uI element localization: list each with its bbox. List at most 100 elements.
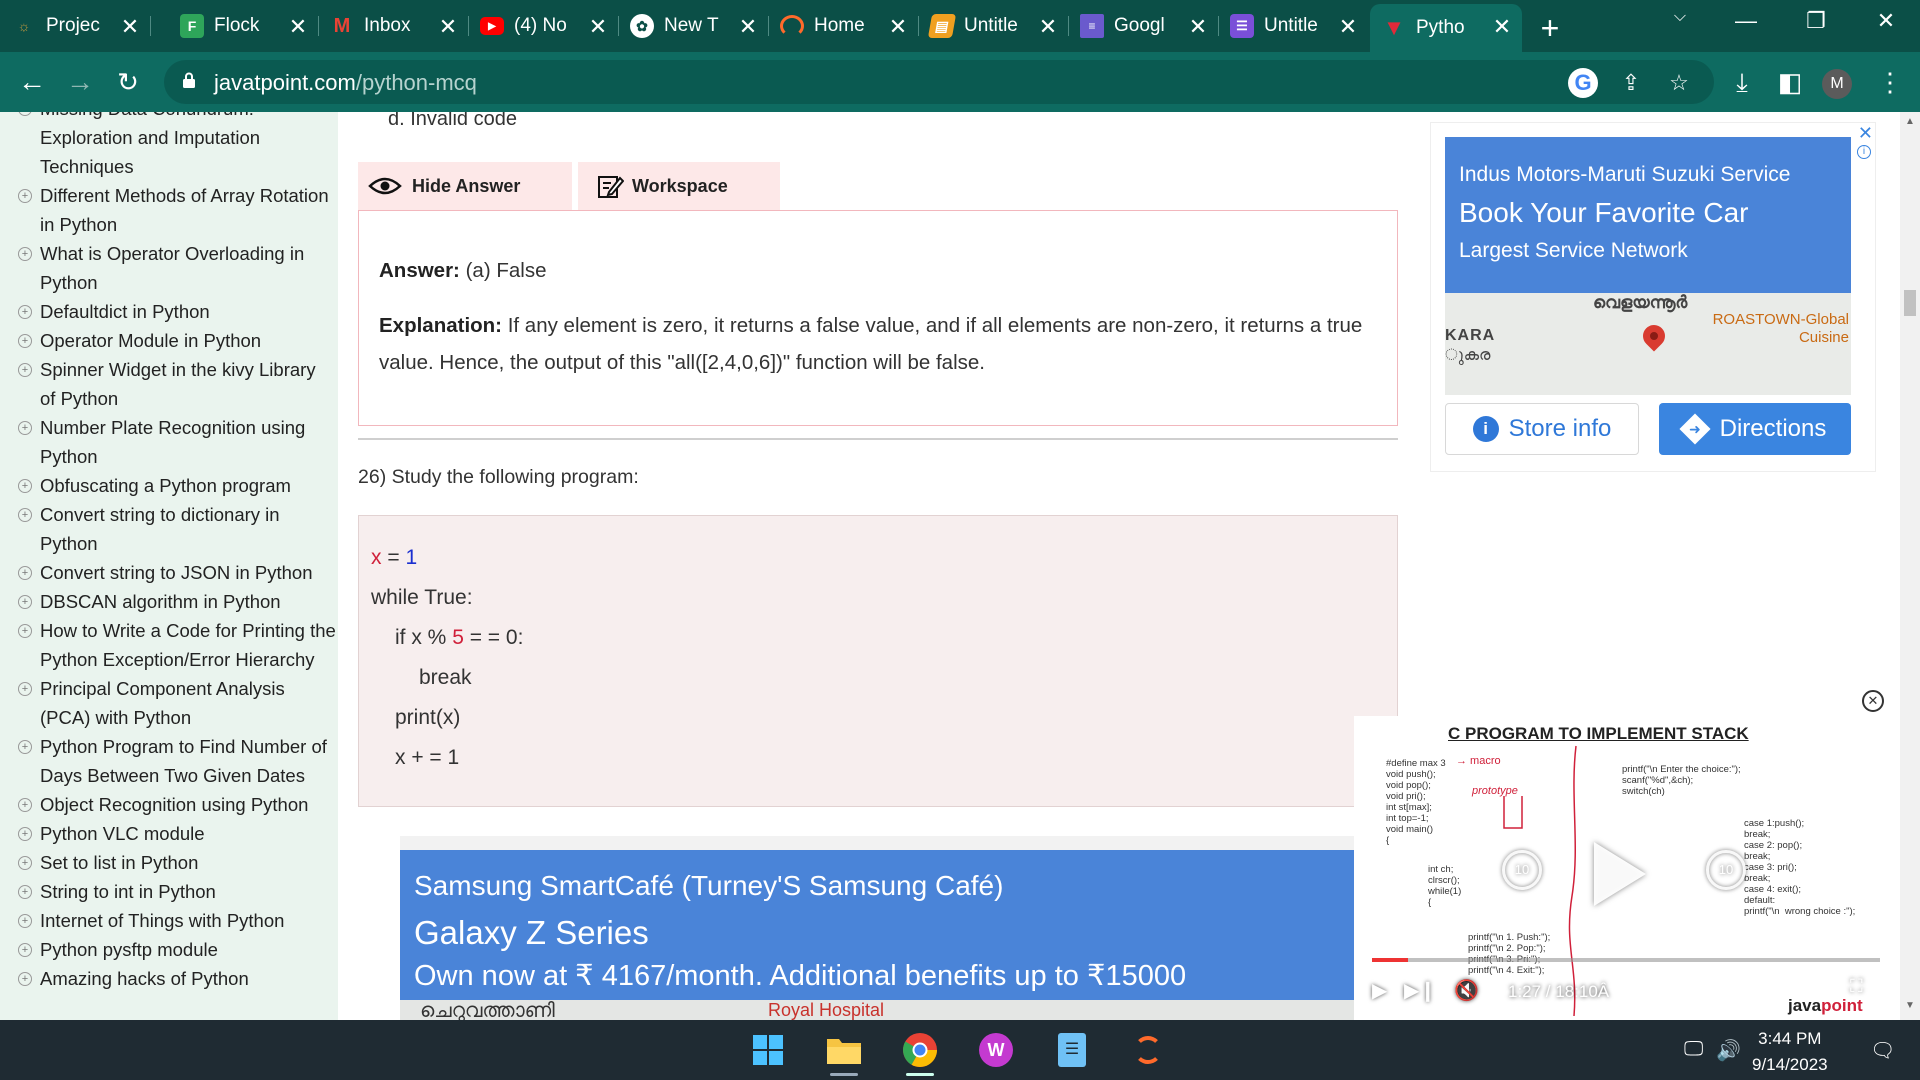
sidebar-item[interactable]: + String to int in Python <box>18 877 338 906</box>
side-panel-icon[interactable]: ◧ <box>1772 64 1808 100</box>
address-bar[interactable]: javatpoint.com/python-mcq G ⇪ ☆ <box>164 60 1714 104</box>
system-clock[interactable]: 3:44 PM 9/14/2023 <box>1752 1026 1828 1078</box>
hide-answer-button[interactable]: Hide Answer <box>358 162 572 210</box>
sidebar-item[interactable]: + Number Plate Recognition using Python <box>18 413 338 471</box>
mute-icon[interactable]: 🔇 <box>1454 978 1479 1003</box>
close-video-icon[interactable]: ✕ <box>1862 690 1884 712</box>
samsung-ad[interactable]: Samsung SmartCafé (Turney'S Samsung Café… <box>400 836 1414 1020</box>
volume-icon[interactable]: 🔊 <box>1716 1038 1741 1063</box>
google-lens-icon[interactable]: G <box>1568 68 1598 98</box>
close-tab-icon[interactable]: ✕ <box>1336 14 1360 40</box>
skip-back-button[interactable]: 10 <box>1502 850 1542 890</box>
sidebar-item[interactable]: + Defaultdict in Python <box>18 297 338 326</box>
download-icon[interactable]: ⤓ <box>1724 64 1760 100</box>
forward-button[interactable]: → <box>62 64 98 100</box>
network-icon[interactable]: 🖵 <box>1684 1038 1703 1061</box>
reload-button[interactable]: ↻ <box>110 64 146 100</box>
wps-button[interactable]: W <box>974 1028 1018 1072</box>
bookmark-star-icon[interactable]: ☆ <box>1664 68 1694 98</box>
url-text[interactable]: javatpoint.com/python-mcq <box>214 70 477 96</box>
scroll-up-arrow-icon[interactable]: ▲ <box>1904 116 1916 127</box>
start-button[interactable] <box>746 1028 790 1072</box>
ad-info-icon[interactable]: i <box>1857 145 1871 159</box>
ad-panel[interactable]: Samsung SmartCafé (Turney'S Samsung Café… <box>400 850 1360 1000</box>
sidebar-item[interactable]: + How to Write a Code for Printing the Py… <box>18 616 338 674</box>
video-progress-bar[interactable] <box>1372 958 1880 962</box>
sidebar-item[interactable]: + Principal Component Analysis (PCA) with… <box>18 674 338 732</box>
close-tab-icon[interactable]: ✕ <box>586 14 610 40</box>
sidebar-item[interactable]: + Different Methods of Array Rotation in … <box>18 181 338 239</box>
video-next-icon[interactable]: ▶❙ <box>1404 978 1436 1003</box>
video-play-icon[interactable]: ▶ <box>1372 978 1387 1003</box>
minimize-button[interactable]: — <box>1726 8 1766 34</box>
ad-map[interactable]: വെളയന്നൂർ KARA ുകര ROASTOWN-Global Cuisi… <box>1445 293 1851 395</box>
sidebar-item[interactable]: + Convert string to dictionary in Python <box>18 500 338 558</box>
close-window-button[interactable]: ✕ <box>1866 8 1906 34</box>
workspace-button[interactable]: Workspace <box>578 162 780 210</box>
new-tab-button[interactable]: + <box>1534 10 1566 47</box>
restore-button[interactable]: ❐ <box>1796 8 1836 34</box>
directions-button[interactable]: ➜ Directions <box>1659 403 1851 455</box>
video-play-button[interactable] <box>1594 842 1646 906</box>
menu-kebab-icon[interactable]: ⋮ <box>1872 64 1908 100</box>
close-tab-icon[interactable]: ✕ <box>1036 14 1060 40</box>
map-town-label: വെളയന്നൂർ <box>1593 293 1688 312</box>
app-spinner-button[interactable] <box>1126 1028 1170 1072</box>
tab-youtube[interactable]: ▶ (4) No ✕ <box>468 8 619 44</box>
code-num-5: 5 <box>452 626 464 649</box>
share-icon[interactable]: ⇪ <box>1616 68 1646 98</box>
back-button[interactable]: ← <box>14 64 50 100</box>
sidebar-item[interactable]: + Operator Module in Python <box>18 326 338 355</box>
tab-home[interactable]: Home ✕ <box>768 8 919 44</box>
ad-panel[interactable]: Indus Motors-Maruti Suzuki Service Book … <box>1445 137 1851 293</box>
scrollbar-thumb[interactable] <box>1904 290 1916 316</box>
skip-back-seconds: 10 <box>1514 862 1530 877</box>
sidebar-item[interactable]: + Obfuscating a Python program <box>18 471 338 500</box>
sidebar-item[interactable]: + Set to list in Python <box>18 848 338 877</box>
tab-project[interactable]: ☼ Projec ✕ <box>0 8 151 44</box>
code-line-6: x + = 1 <box>395 746 460 769</box>
expand-plus-icon: + <box>18 682 32 696</box>
profile-avatar[interactable]: M <box>1822 69 1852 99</box>
tab-inbox[interactable]: M Inbox ✕ <box>318 8 469 44</box>
ad-close-icon[interactable]: ✕ <box>1858 123 1873 144</box>
javatpoint-logo: javapoint <box>1788 996 1863 1016</box>
notepad-button[interactable]: ☰ <box>1050 1028 1094 1072</box>
sidebar-item[interactable]: + Internet of Things with Python <box>18 906 338 935</box>
tab-untitled-2[interactable]: ☰ Untitle ✕ <box>1218 8 1368 44</box>
notifications-icon[interactable]: 🗨 <box>1870 1038 1895 1063</box>
file-explorer-button[interactable] <box>822 1028 866 1076</box>
tab-flock[interactable]: F Flock ✕ <box>168 8 319 44</box>
sidebar-item[interactable]: + Amazing hacks of Python <box>18 964 338 993</box>
close-tab-icon[interactable]: ✕ <box>1186 14 1210 40</box>
page-scrollbar[interactable]: ▲ ▼ <box>1900 112 1920 1020</box>
sidebar-item[interactable]: + Python Program to Find Number of Days B… <box>18 732 338 790</box>
tab-untitled-1[interactable]: ▤ Untitle ✕ <box>918 8 1069 44</box>
close-tab-icon[interactable]: ✕ <box>286 14 310 40</box>
maruti-ad[interactable]: ✕ i Indus Motors-Maruti Suzuki Service B… <box>1430 122 1876 472</box>
tab-python-active[interactable]: ▼ Pytho ✕ <box>1370 4 1522 52</box>
sidebar-item[interactable]: + Missing Data Conundrum: Exploration and… <box>18 112 338 181</box>
store-info-button[interactable]: i Store info <box>1445 403 1639 455</box>
ad-map[interactable]: ചെറുവത്താണി Royal Hospital <box>400 1000 1360 1020</box>
sidebar-item[interactable]: + Spinner Widget in the kivy Library of P… <box>18 355 338 413</box>
close-tab-icon[interactable]: ✕ <box>1490 14 1514 40</box>
close-tab-icon[interactable]: ✕ <box>886 14 910 40</box>
sidebar-item[interactable]: + DBSCAN algorithm in Python <box>18 587 338 616</box>
sidebar-item[interactable]: + Convert string to JSON in Python <box>18 558 338 587</box>
close-tab-icon[interactable]: ✕ <box>436 14 460 40</box>
chrome-button[interactable] <box>898 1028 942 1076</box>
close-tab-icon[interactable]: ✕ <box>118 14 142 40</box>
skip-forward-button[interactable]: 10 <box>1706 850 1746 890</box>
sidebar-item[interactable]: + Python pysftp module <box>18 935 338 964</box>
close-tab-icon[interactable]: ✕ <box>736 14 760 40</box>
sidebar-item[interactable]: + Python VLC module <box>18 819 338 848</box>
scroll-down-arrow-icon[interactable]: ▼ <box>1904 1000 1916 1011</box>
tab-google[interactable]: ≡ Googl ✕ <box>1068 8 1219 44</box>
fullscreen-icon[interactable]: ⛶ <box>1850 976 1863 997</box>
sidebar-item[interactable]: + Object Recognition using Python <box>18 790 338 819</box>
video-mini-player[interactable]: C PROGRAM TO IMPLEMENT STACK #define max… <box>1354 716 1892 1020</box>
sidebar-item[interactable]: + What is Operator Overloading in Python <box>18 239 338 297</box>
tab-search-icon[interactable]: ⌵ <box>1660 8 1700 26</box>
tab-chatgpt[interactable]: ✿ New T ✕ <box>618 8 769 44</box>
